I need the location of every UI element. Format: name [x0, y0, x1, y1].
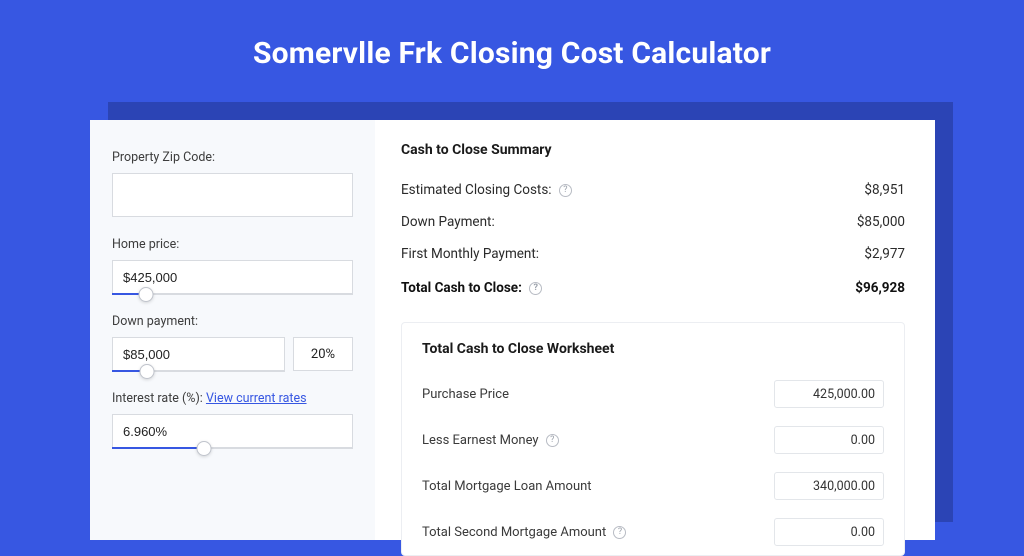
worksheet-label: Purchase Price	[422, 387, 509, 402]
summary-row-down-payment: Down Payment: $85,000	[401, 206, 905, 238]
worksheet-label: Less Earnest Money	[422, 433, 539, 448]
interest-group: Interest rate (%): View current rates	[112, 391, 353, 448]
worksheet-row-second: Total Second Mortgage Amount ? 0.00	[422, 509, 884, 555]
summary-label: Estimated Closing Costs:	[401, 182, 552, 198]
slider-thumb[interactable]	[138, 287, 153, 302]
summary-value: $96,928	[855, 280, 905, 296]
calculator-card: Property Zip Code: Home price: Down paym…	[90, 120, 935, 540]
down-payment-input[interactable]	[112, 337, 285, 371]
view-rates-link[interactable]: View current rates	[206, 391, 307, 406]
summary-label: Down Payment:	[401, 214, 495, 230]
home-price-slider[interactable]	[112, 260, 353, 294]
interest-label: Interest rate (%): View current rates	[112, 391, 353, 406]
worksheet-label: Total Second Mortgage Amount	[422, 525, 606, 540]
down-payment-group: Down payment: 20%	[112, 314, 353, 371]
worksheet-card: Total Cash to Close Worksheet Purchase P…	[401, 322, 905, 556]
help-icon[interactable]: ?	[546, 434, 559, 447]
slider-thumb[interactable]	[196, 441, 211, 456]
interest-slider[interactable]	[112, 414, 353, 448]
page-title: Somervlle Frk Closing Cost Calculator	[0, 0, 1024, 95]
home-price-label: Home price:	[112, 237, 353, 252]
interest-input[interactable]	[112, 414, 353, 448]
worksheet-value[interactable]: 425,000.00	[774, 380, 884, 408]
down-payment-label: Down payment:	[112, 314, 353, 329]
home-price-group: Home price:	[112, 237, 353, 294]
summary-row-total: Total Cash to Close: ? $96,928	[401, 270, 905, 304]
zip-group: Property Zip Code:	[112, 150, 353, 217]
zip-label: Property Zip Code:	[112, 150, 353, 165]
zip-input[interactable]	[112, 173, 353, 217]
worksheet-row-mortgage: Total Mortgage Loan Amount 340,000.00	[422, 463, 884, 509]
results-pane: Cash to Close Summary Estimated Closing …	[375, 120, 935, 540]
summary-value: $8,951	[864, 182, 905, 198]
summary-row-first-payment: First Monthly Payment: $2,977	[401, 238, 905, 270]
help-icon[interactable]: ?	[559, 184, 572, 197]
slider-thumb[interactable]	[139, 364, 154, 379]
help-icon[interactable]: ?	[613, 526, 626, 539]
slider-fill	[112, 447, 204, 449]
down-payment-slider[interactable]	[112, 337, 285, 371]
inputs-pane: Property Zip Code: Home price: Down paym…	[90, 120, 375, 540]
worksheet-value[interactable]: 340,000.00	[774, 472, 884, 500]
worksheet-value[interactable]: 0.00	[774, 518, 884, 546]
help-icon[interactable]: ?	[529, 282, 542, 295]
worksheet-row-purchase: Purchase Price 425,000.00	[422, 371, 884, 417]
summary-label: Total Cash to Close:	[401, 280, 522, 296]
worksheet-row-earnest: Less Earnest Money ? 0.00	[422, 417, 884, 463]
summary-value: $2,977	[864, 246, 905, 262]
interest-label-text: Interest rate (%):	[112, 391, 203, 406]
worksheet-label: Total Mortgage Loan Amount	[422, 479, 592, 494]
summary-title: Cash to Close Summary	[401, 142, 905, 158]
worksheet-value[interactable]: 0.00	[774, 426, 884, 454]
summary-row-closing-costs: Estimated Closing Costs: ? $8,951	[401, 174, 905, 206]
worksheet-title: Total Cash to Close Worksheet	[422, 341, 884, 357]
down-payment-pct[interactable]: 20%	[293, 337, 353, 371]
summary-label: First Monthly Payment:	[401, 246, 539, 262]
summary-value: $85,000	[857, 214, 905, 230]
